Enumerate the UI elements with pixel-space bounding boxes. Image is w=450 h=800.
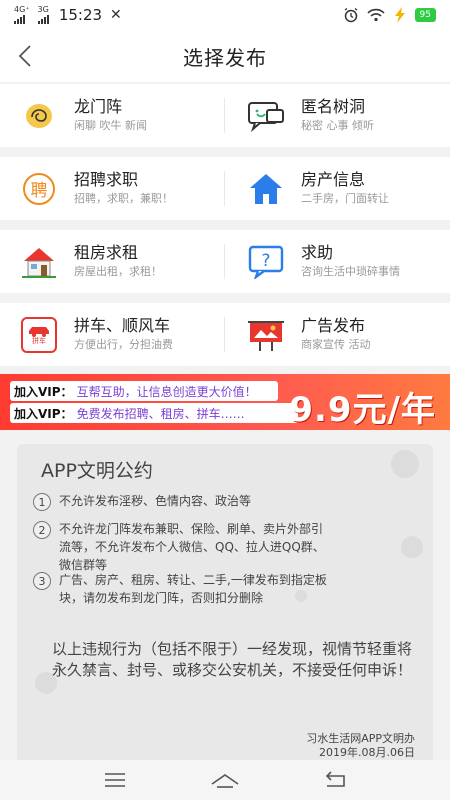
category-advertising[interactable]: 广告发布 商家宣传 活动 <box>225 303 450 366</box>
page-title: 选择发布 <box>183 45 267 70</box>
category-row: 聘 招聘求职 招聘，求职，兼职！ 房产信息 二手房，门面转让 <box>0 157 450 220</box>
pact-title: APP文明公约 <box>41 460 153 482</box>
back-button[interactable] <box>10 40 40 72</box>
pact-rule: 3 广告、房产、租房、转让、二手,一律发布到指定板块，请勿发布到龙门阵，否则扣分… <box>33 571 333 607</box>
pact-rule: 1 不允许发布淫秽、色情内容、政治等 <box>33 492 303 511</box>
category-help[interactable]: ? 求助 咨询生活中琐碎事情 <box>225 230 450 293</box>
category-subtitle: 二手房，门面转让 <box>301 192 389 205</box>
category-anonymous-treehole[interactable]: 匿名树洞 秘密 心事 倾听 <box>225 84 450 147</box>
signal-4g-indicator: 4G⁺ <box>14 6 30 24</box>
chat-bubble-icon <box>18 95 60 137</box>
carpool-icon: 拼车 <box>18 314 60 356</box>
pact-date: 2019年.08月.06日 <box>319 746 415 759</box>
category-carpool[interactable]: 拼车 拼车、顺风车 方便出行，分担油费 <box>0 303 225 366</box>
help-question-icon: ? <box>245 241 287 283</box>
category-rental[interactable]: 租房求租 房屋出租，求租！ <box>0 230 225 293</box>
home-button[interactable] <box>210 767 240 793</box>
rent-house-icon <box>18 241 60 283</box>
svg-text:?: ? <box>261 251 270 271</box>
system-nav-bar <box>0 760 450 800</box>
vip-banner[interactable]: 加入VIP： 互帮互助，让信息创造更大价值！ 加入VIP： 免费发布招聘、租房、… <box>0 374 450 430</box>
category-subtitle: 房屋出租，求租！ <box>74 265 162 278</box>
category-title: 拼车、顺风车 <box>74 316 171 335</box>
category-subtitle: 方便出行，分担油费 <box>74 338 173 351</box>
vip-line-1-text: 互帮互助，让信息创造更大价值！ <box>76 384 257 399</box>
category-title: 求助 <box>301 243 334 262</box>
vip-label: 加入VIP： <box>14 384 73 399</box>
decorative-dot <box>401 536 423 558</box>
vip-label: 加入VIP： <box>14 406 73 421</box>
civilization-pact-card: APP文明公约 1 不允许发布淫秽、色情内容、政治等 2 不允许龙门阵发布兼职、… <box>17 444 433 764</box>
category-title: 租房求租 <box>74 243 139 262</box>
category-title: 龙门阵 <box>74 97 123 116</box>
category-title: 广告发布 <box>301 316 366 335</box>
house-icon <box>245 168 287 210</box>
category-row: 龙门阵 闲聊 吹牛 新闻 匿名树洞 秘密 心事 倾听 <box>0 84 450 147</box>
status-time: 15:23 <box>58 6 103 24</box>
pact-warning: 以上违规行为（包括不限于）一经发现，视情节轻重将永久禁言、封号、或移交公安机关，… <box>52 640 413 679</box>
rule-number: 3 <box>33 572 51 590</box>
pact-rule: 2 不允许龙门阵发布兼职、保险、刷单、卖片外部引流等，不允许发布个人微信、QQ、… <box>33 520 333 574</box>
category-title: 房产信息 <box>301 170 366 189</box>
category-row: 拼车 拼车、顺风车 方便出行，分担油费 广告发布 商家宣传 活动 <box>0 303 450 366</box>
nav-bar: 选择发布 <box>0 30 450 82</box>
category-subtitle: 商家宣传 活动 <box>301 338 371 351</box>
vip-line-2: 加入VIP： 免费发布招聘、租房、拼车…… <box>10 403 298 423</box>
signal-3g-indicator: 3G <box>37 6 49 24</box>
chevron-left-icon <box>18 45 31 67</box>
charging-icon <box>394 7 405 23</box>
category-subtitle: 咨询生活中琐碎事情 <box>301 265 400 278</box>
vip-line-2-text: 免费发布招聘、租房、拼车…… <box>76 406 245 421</box>
back-arrow-icon <box>325 771 345 787</box>
rule-text: 不允许龙门阵发布兼职、保险、刷单、卖片外部引流等，不允许发布个人微信、QQ、拉人… <box>59 522 325 572</box>
recruit-icon-text: 聘 <box>23 172 55 205</box>
status-bar: 4G⁺ 3G 15:23 ✕ 95 <box>0 0 450 30</box>
vip-price: 9.9元/年 <box>289 390 436 430</box>
category-row: 租房求租 房屋出租，求租！ ? 求助 咨询生活中琐碎事情 <box>0 230 450 293</box>
category-title: 招聘求职 <box>74 170 139 189</box>
category-subtitle: 闲聊 吹牛 新闻 <box>74 119 147 132</box>
back-nav-button[interactable] <box>320 767 350 793</box>
wifi-icon <box>366 8 385 22</box>
alarm-icon <box>344 7 357 23</box>
rule-number: 1 <box>33 493 51 511</box>
rule-text: 广告、房产、租房、转让、二手,一律发布到指定板块，请勿发布到龙门阵，否则扣分删除 <box>59 573 327 605</box>
carpool-icon-text: 拼车 <box>32 336 46 345</box>
category-recruitment[interactable]: 聘 招聘求职 招聘，求职，兼职！ <box>0 157 225 220</box>
anonymous-chat-icon <box>245 95 287 137</box>
close-notification-icon: ✕ <box>110 7 122 23</box>
category-subtitle: 招聘，求职，兼职！ <box>74 192 173 205</box>
vip-line-1: 加入VIP： 互帮互助，让信息创造更大价值！ <box>10 381 278 401</box>
billboard-icon <box>245 314 287 356</box>
menu-icon <box>105 773 125 787</box>
decorative-dot <box>391 450 419 478</box>
category-title: 匿名树洞 <box>301 97 366 116</box>
menu-button[interactable] <box>100 767 130 793</box>
home-icon <box>211 774 239 788</box>
rule-number: 2 <box>33 521 51 539</box>
category-longmenzhen[interactable]: 龙门阵 闲聊 吹牛 新闻 <box>0 84 225 147</box>
category-real-estate[interactable]: 房产信息 二手房，门面转让 <box>225 157 450 220</box>
rule-text: 不允许发布淫秽、色情内容、政治等 <box>59 494 252 508</box>
category-subtitle: 秘密 心事 倾听 <box>301 119 374 132</box>
battery-indicator: 95 <box>414 8 436 22</box>
recruit-icon: 聘 <box>18 168 60 210</box>
